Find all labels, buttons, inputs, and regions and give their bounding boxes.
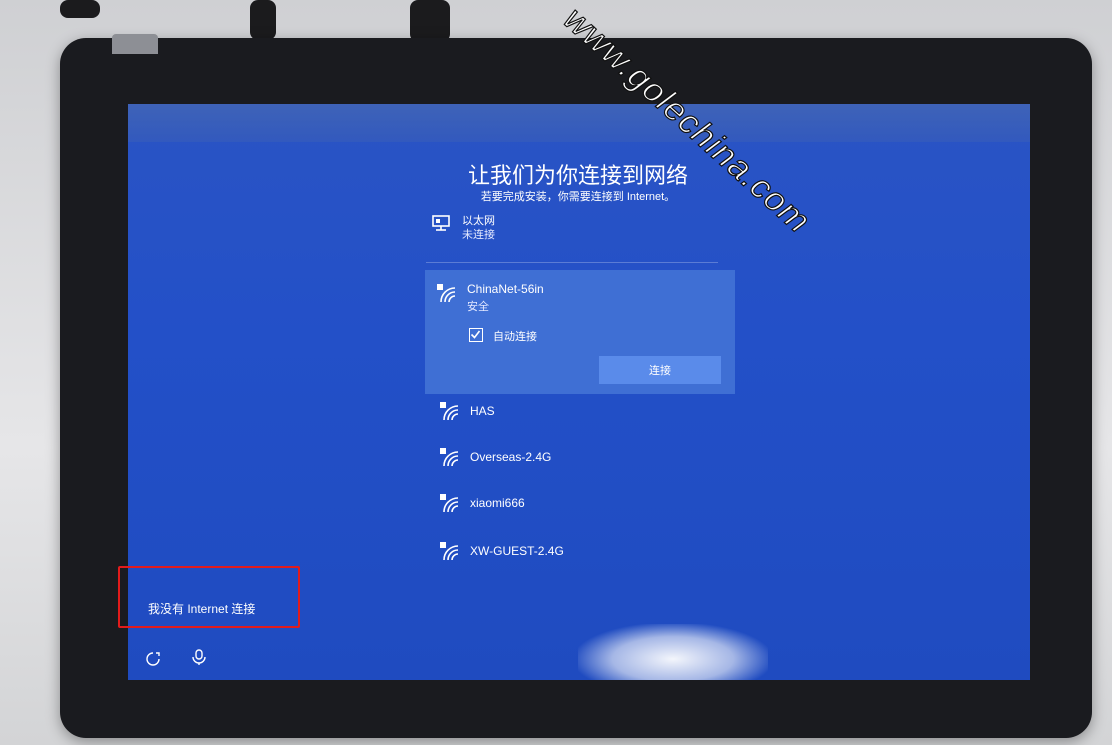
wifi-secured-icon: [440, 494, 459, 513]
auto-connect-label: 自动连接: [493, 331, 537, 343]
wifi-secured-icon: [437, 284, 456, 303]
ethernet-status: 未连接: [462, 229, 495, 241]
divider: [426, 262, 718, 263]
cable: [410, 0, 450, 42]
wifi-secured-icon: [440, 402, 459, 421]
auto-connect-checkbox[interactable]: [469, 328, 483, 342]
checkbox-checked-icon: [470, 330, 481, 339]
network-name: HAS: [470, 404, 495, 418]
screen-glare: [578, 624, 768, 680]
network-name: ChinaNet-56in: [467, 282, 544, 296]
wifi-secured-icon: [440, 448, 459, 467]
microphone-icon[interactable]: [190, 648, 208, 666]
network-item[interactable]: Overseas-2.4G: [438, 444, 698, 474]
tablet-clip: [112, 34, 158, 54]
network-security: 安全: [467, 301, 489, 313]
network-name: XW-GUEST-2.4G: [470, 544, 564, 558]
ethernet-icon: [432, 215, 450, 231]
network-item[interactable]: XW-GUEST-2.4G: [438, 538, 698, 568]
network-item[interactable]: xiaomi666: [438, 490, 698, 520]
network-name: xiaomi666: [470, 496, 525, 510]
cable: [250, 0, 276, 40]
page-subtitle: 若要完成安装，你需要连接到 Internet。: [480, 191, 676, 203]
ethernet-item[interactable]: 以太网 未连接: [430, 208, 720, 252]
network-name: Overseas-2.4G: [470, 450, 552, 464]
screen-top-band: [128, 104, 1030, 142]
network-item[interactable]: HAS: [438, 398, 698, 428]
cable: [60, 0, 100, 18]
connect-button[interactable]: 连接: [599, 356, 721, 384]
highlight-box: [118, 566, 300, 628]
page-title: 让我们为你连接到网络: [467, 163, 688, 188]
network-item-selected[interactable]: ChinaNet-56in 安全 自动连接 连接: [425, 270, 735, 394]
wifi-secured-icon: [440, 542, 459, 561]
accessibility-icon[interactable]: [144, 650, 162, 668]
